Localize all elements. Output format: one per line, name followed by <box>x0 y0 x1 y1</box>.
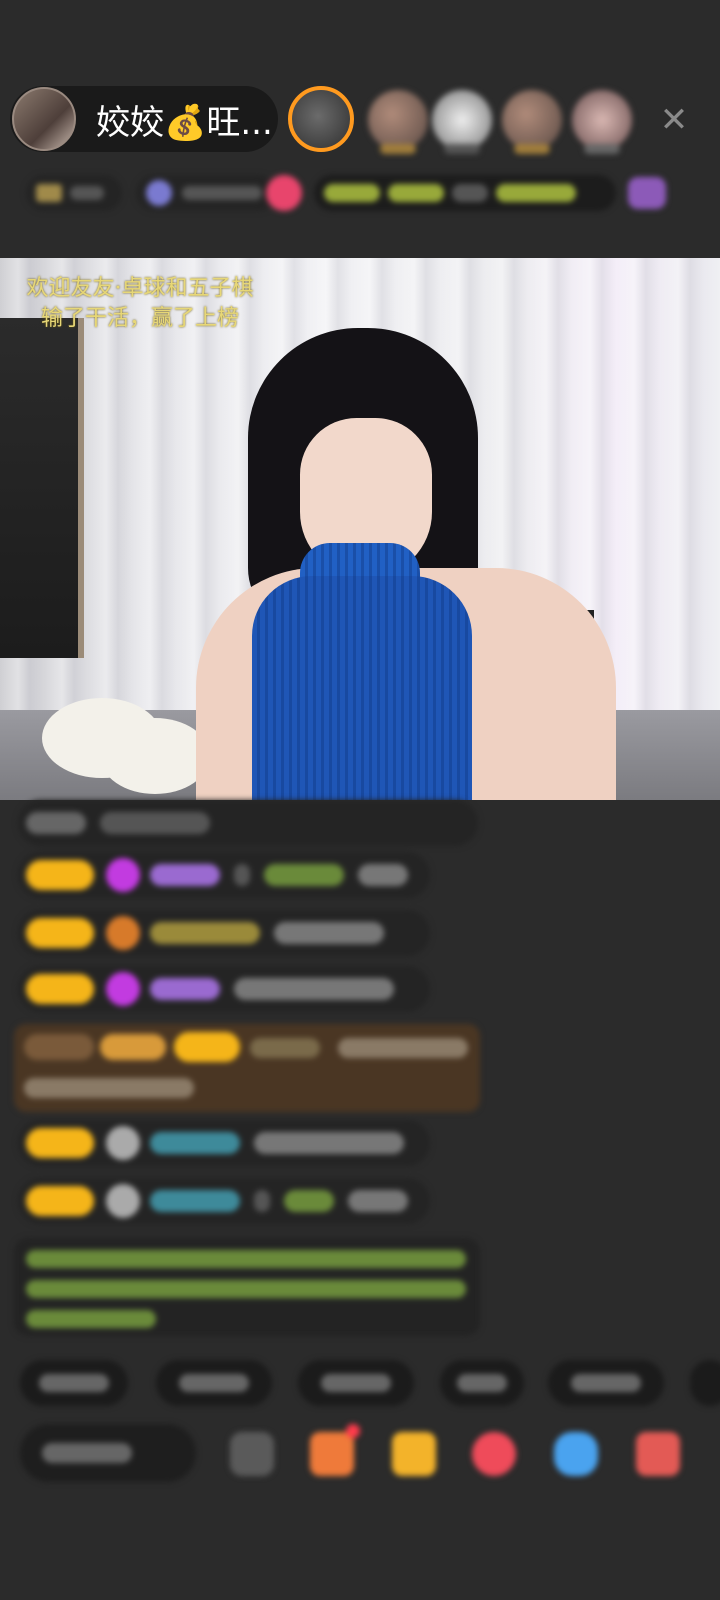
diamond-icon <box>106 858 140 892</box>
level-badge <box>26 918 94 948</box>
bag-icon[interactable] <box>310 1424 360 1476</box>
gift-ranking-icon[interactable] <box>628 177 666 209</box>
host-info[interactable]: 姣姣💰旺... <box>10 86 278 152</box>
chat-message[interactable] <box>18 910 430 956</box>
system-notice <box>14 1238 480 1336</box>
emoji-icon[interactable] <box>230 1432 274 1476</box>
viewer-avatar-5[interactable] <box>572 90 632 154</box>
ghost-icon <box>106 1126 140 1160</box>
chat-input-button[interactable] <box>20 1424 196 1482</box>
gift-icon[interactable] <box>392 1432 436 1476</box>
host-avatar[interactable] <box>12 87 76 151</box>
chat-message[interactable] <box>18 800 478 846</box>
video-caption: 欢迎友友·卓球和五子棋 输了干活，赢了上榜 <box>6 274 274 334</box>
chat-message[interactable] <box>18 1120 430 1166</box>
viewer-avatar-2[interactable] <box>368 90 428 154</box>
plush-toy-2 <box>100 718 210 794</box>
diamond-icon <box>106 972 140 1006</box>
quick-chip-1[interactable] <box>20 1360 128 1406</box>
chat-bubble-icon[interactable] <box>554 1432 598 1476</box>
viewer-avatar-3[interactable] <box>432 90 492 154</box>
host-name: 姣姣💰旺... <box>96 102 273 143</box>
level-badge <box>26 1186 94 1216</box>
level-badge <box>26 860 94 890</box>
top-viewer-avatar-1[interactable] <box>288 86 354 152</box>
info-row <box>26 174 666 212</box>
chat-message[interactable] <box>18 852 430 898</box>
chat-message-highlight[interactable] <box>14 1024 480 1112</box>
game-icon[interactable] <box>472 1432 516 1476</box>
streamer-top <box>252 576 472 800</box>
background-door <box>0 318 84 658</box>
hot-icon[interactable] <box>266 175 302 211</box>
ghost-icon <box>106 1184 140 1218</box>
viewer-avatar-4[interactable] <box>502 90 562 154</box>
caption-line-1: 欢迎友友·卓球和五子棋 <box>26 276 254 301</box>
quick-chip-5[interactable] <box>548 1360 664 1406</box>
task-badge[interactable] <box>314 175 616 211</box>
live-video[interactable]: 欢迎友友·卓球和五子棋 输了干活，赢了上榜 <box>0 258 720 800</box>
caption-line-2: 输了干活，赢了上榜 <box>40 306 239 331</box>
level-badge <box>26 974 94 1004</box>
quick-chip-3[interactable] <box>298 1360 414 1406</box>
rank-badge[interactable] <box>26 175 122 211</box>
quick-chip-4[interactable] <box>440 1360 524 1406</box>
chat-message[interactable] <box>18 1178 430 1224</box>
menu-grid-icon[interactable] <box>636 1432 680 1476</box>
popularity-badge[interactable] <box>136 175 276 211</box>
heart-icon <box>106 916 140 950</box>
quick-chip-6[interactable] <box>690 1360 720 1406</box>
close-icon[interactable]: ✕ <box>654 100 694 140</box>
quick-chip-2[interactable] <box>156 1360 272 1406</box>
level-badge <box>26 1128 94 1158</box>
chat-message[interactable] <box>18 966 430 1012</box>
